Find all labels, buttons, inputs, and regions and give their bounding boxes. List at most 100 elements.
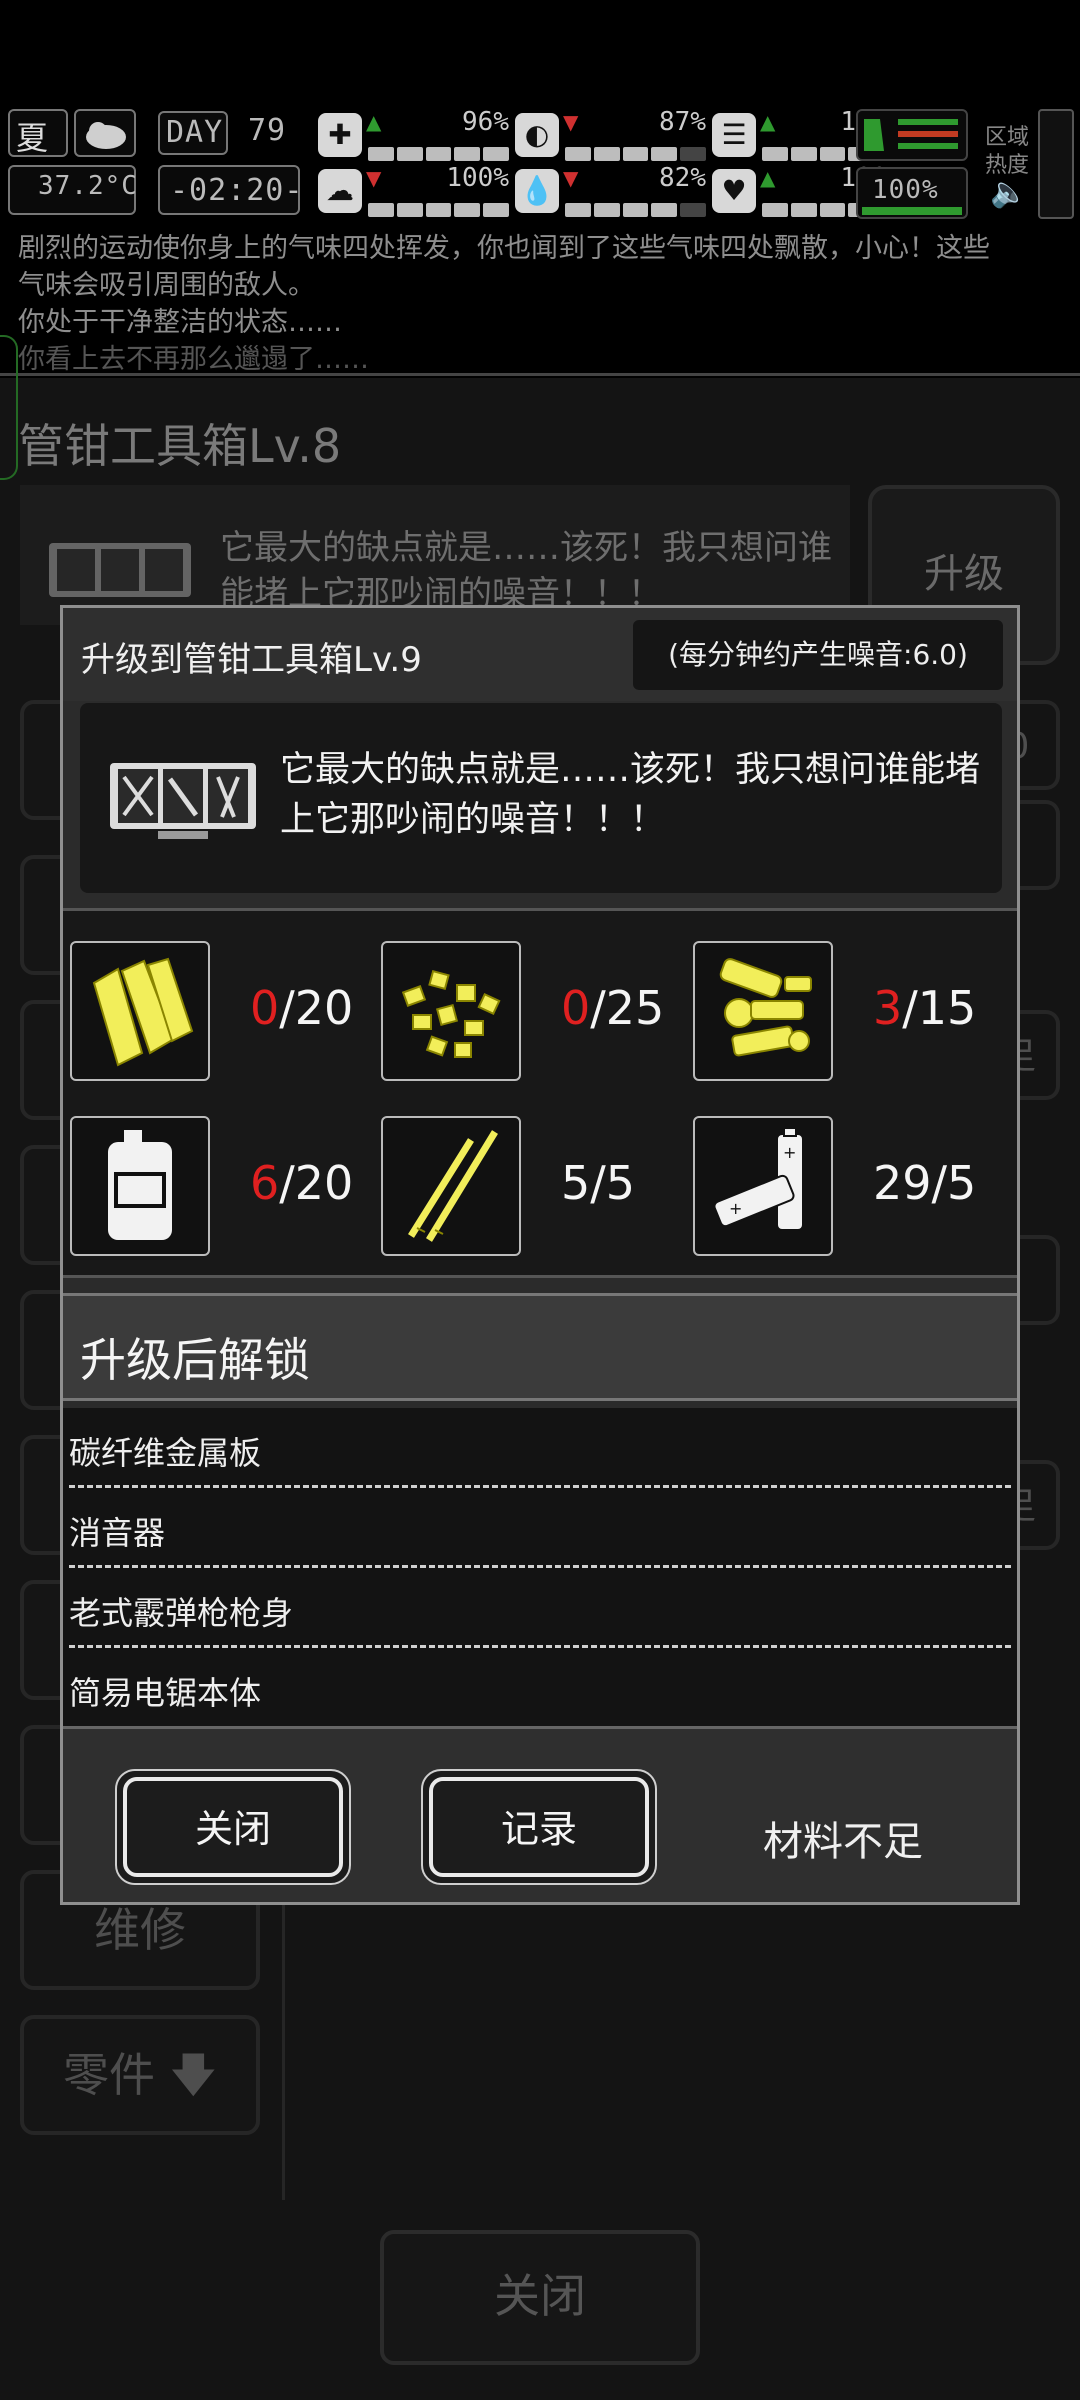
material-need: /15 — [902, 981, 977, 1035]
record-button[interactable]: 记录 — [421, 1769, 657, 1885]
thirst-value: 82% — [659, 163, 706, 193]
materials-grid: 0/20 0/25 3/15 6/20 5/5 + + 29/5 — [63, 908, 1017, 1278]
speaker-icon[interactable]: 🔈 — [990, 175, 1027, 210]
thirst-bar — [565, 203, 706, 217]
medkit-icon: ✚ — [318, 113, 362, 157]
unlock-header: 升级后解锁 — [63, 1293, 1017, 1401]
dialog-description-box: 它最大的缺点就是……该死！我只想问谁能堵上它那吵闹的噪音！！！ — [80, 703, 1002, 893]
trend-down-icon: ▼ — [366, 166, 382, 190]
message-log: 剧烈的运动使你身上的气味四处挥发，你也闻到了这些气味四处飘散，小心！这些 气味会… — [18, 230, 1068, 378]
list-item: 消音器 — [69, 1488, 1011, 1568]
unlock-title: 升级后解锁 — [80, 1333, 310, 1387]
clock-time: -02:20- — [170, 173, 304, 208]
clock-display: -02:20- — [158, 165, 304, 215]
upgrade-dialog: 升级到管钳工具箱Lv.9 (每分钟约产生噪音:6.0) 它最大的缺点就是……该死… — [60, 605, 1020, 1905]
parts-button[interactable]: 零件 🡇 — [20, 2015, 260, 2135]
material-count: 6/20 — [250, 1156, 353, 1210]
sanity-bar — [368, 203, 509, 217]
day-number: 79 — [248, 113, 287, 148]
zone-heat-meter — [1038, 109, 1074, 219]
svg-text:+: + — [783, 1143, 796, 1162]
wood-planks-icon — [70, 941, 210, 1081]
sanity-value: 100% — [446, 163, 509, 193]
dialog-footer: 关闭 记录 材料不足 — [63, 1726, 1017, 1902]
record-button-label: 记录 — [429, 1777, 649, 1877]
panel-close-button[interactable]: 关闭 — [380, 2230, 700, 2365]
dialog-description: 它最大的缺点就是……该死！我只想问谁能堵上它那吵闹的噪音！！！ — [280, 750, 981, 840]
stomach-icon: ◐ — [515, 113, 559, 157]
material-count: 5/5 — [561, 1156, 635, 1210]
material-need: /25 — [590, 981, 665, 1035]
list-item: 碳纤维金属板 — [69, 1408, 1011, 1488]
toolbox-icon — [49, 543, 191, 597]
log-line: 气味会吸引周围的敌人。 — [18, 270, 315, 301]
sanity-stat: ☁ ▼ 100% — [318, 163, 513, 219]
health-bar — [368, 147, 509, 161]
material-have: 3 — [873, 981, 903, 1035]
noise-rate-badge: (每分钟约产生噪音:6.0) — [633, 620, 1003, 690]
close-button-label: 关闭 — [123, 1777, 343, 1877]
trend-up-icon: ▲ — [366, 110, 382, 134]
workbench-title: 管钳工具箱Lv.8 — [18, 419, 342, 473]
material-slot[interactable]: 0/25 — [381, 941, 681, 1081]
svg-text:+: + — [729, 1199, 742, 1218]
day-label: DAY — [166, 115, 224, 150]
workbench-description: 它最大的缺点就是……该死！我只想问谁能堵上它那吵闹的噪音！！！ — [220, 528, 832, 614]
heart-icon: ♥ — [712, 169, 756, 213]
trend-up-icon: ▲ — [760, 110, 776, 134]
side-drawer-handle[interactable] — [0, 335, 18, 480]
trend-down-icon: ▼ — [563, 110, 579, 134]
material-need: /20 — [279, 1156, 354, 1210]
stealth-indicator — [856, 109, 968, 161]
material-slot[interactable]: 3/15 — [693, 941, 993, 1081]
lungs-icon: ☰ — [712, 113, 756, 157]
scrap-metal-icon — [381, 941, 521, 1081]
unlock-list[interactable]: 碳纤维金属板 消音器 老式霰弹枪枪身 简易电锯本体 — [63, 1408, 1017, 1728]
material-have: 5 — [561, 1156, 591, 1210]
material-need: /5 — [590, 1156, 636, 1210]
water-drop-icon: 💧 — [515, 169, 559, 213]
log-divider — [0, 373, 1080, 376]
material-slot[interactable]: + + 29/5 — [693, 1116, 993, 1256]
wires-icon — [381, 1116, 521, 1256]
trend-up-icon: ▲ — [760, 166, 776, 190]
close-button[interactable]: 关闭 — [115, 1769, 351, 1885]
season-badge: 夏 — [8, 109, 68, 157]
season-label: 夏 — [16, 119, 50, 157]
material-need: /5 — [931, 1156, 977, 1210]
trend-down-icon: ▼ — [563, 166, 579, 190]
dialog-title: 升级到管钳工具箱Lv.9 — [81, 640, 422, 680]
brain-icon: ☁ — [318, 169, 362, 213]
temperature-display: 37.2°C — [8, 165, 138, 215]
material-need: /20 — [279, 981, 354, 1035]
batteries-icon: + + — [693, 1116, 833, 1256]
machine-parts-icon — [693, 941, 833, 1081]
hunger-value: 87% — [659, 107, 706, 137]
material-slot[interactable]: 5/5 — [381, 1116, 681, 1256]
insufficient-materials-label: 材料不足 — [763, 1819, 923, 1865]
toolbox-icon — [110, 763, 256, 839]
stealth-value-box: 100% — [856, 167, 968, 219]
health-value: 96% — [462, 107, 509, 137]
log-line: 你处于干净整洁的状态…… — [18, 307, 342, 338]
day-badge: DAY — [158, 111, 228, 155]
thirst-stat: 💧 ▼ 82% — [515, 163, 710, 219]
material-have: 29 — [873, 1156, 932, 1210]
weather-icon — [74, 109, 136, 157]
material-slot[interactable]: 0/20 — [70, 941, 370, 1081]
temperature-value: 37.2°C — [38, 171, 138, 201]
material-count: 0/25 — [561, 981, 664, 1035]
material-count: 0/20 — [250, 981, 353, 1035]
hunger-stat: ◐ ▼ 87% — [515, 107, 710, 163]
stealth-value: 100% — [872, 175, 939, 205]
status-bar: 夏 37.2°C DAY 79 -02:20- ✚ ▲ 96% ☁ ▼ 100%… — [0, 105, 1080, 225]
material-have: 6 — [250, 1156, 280, 1210]
crouch-figure-icon — [864, 119, 958, 151]
material-have: 0 — [250, 981, 280, 1035]
list-item: 简易电锯本体 — [69, 1674, 262, 1712]
material-count: 3/15 — [873, 981, 976, 1035]
hunger-bar — [565, 147, 706, 161]
health-stat: ✚ ▲ 96% — [318, 107, 513, 163]
material-slot[interactable]: 6/20 — [70, 1116, 370, 1256]
stealth-bar — [862, 207, 962, 215]
